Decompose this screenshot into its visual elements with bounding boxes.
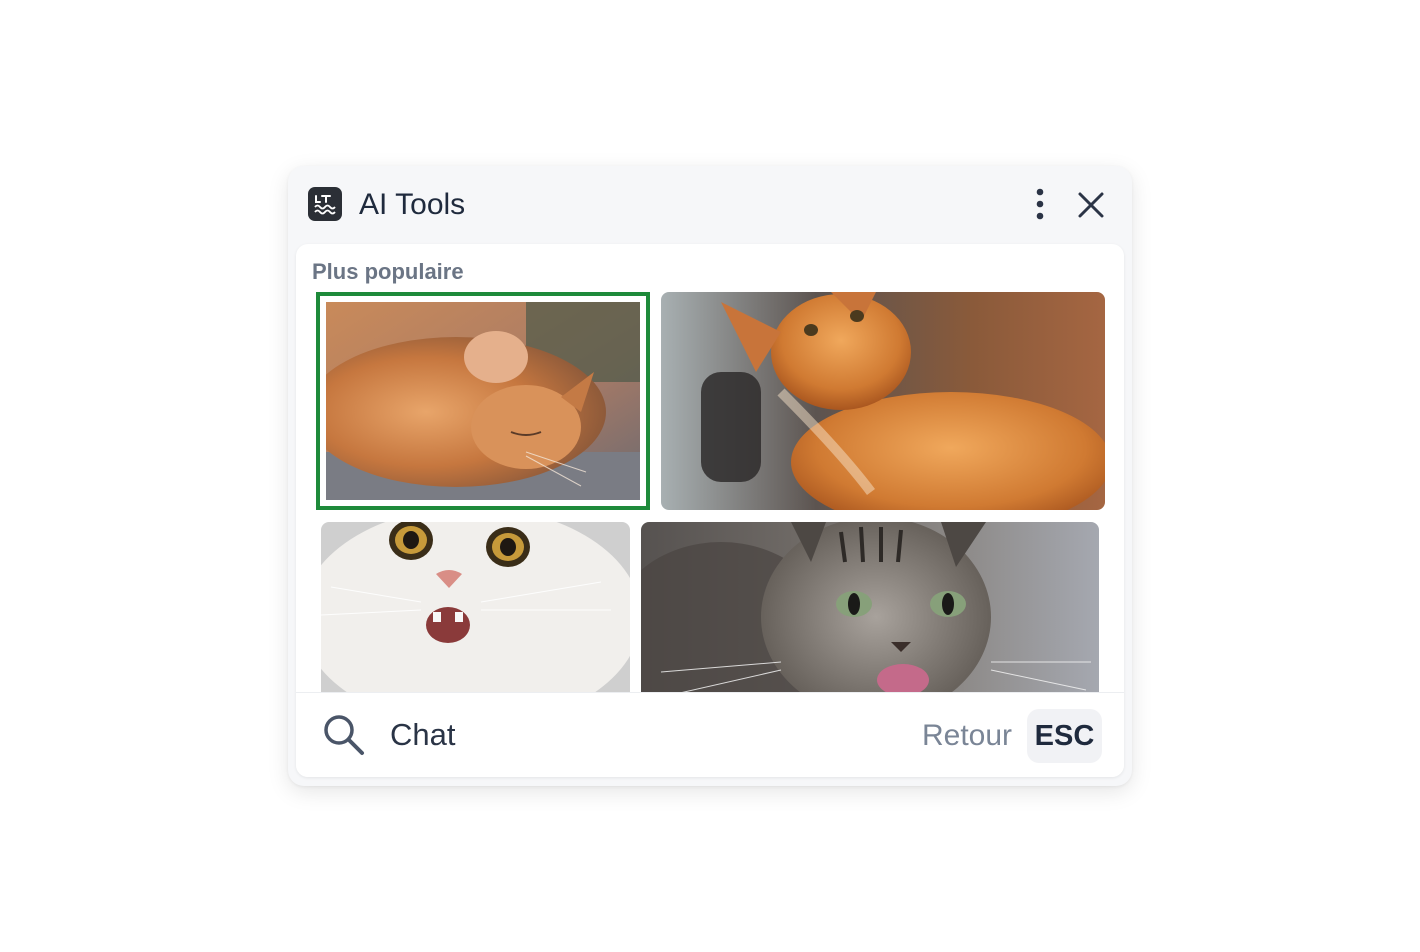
search-icon [322, 713, 366, 757]
close-button[interactable] [1074, 188, 1108, 222]
cat-rolling-image [326, 302, 640, 500]
section-label: Plus populaire [312, 259, 464, 284]
results-card: Plus populaire Chat Retour ESC [296, 244, 1124, 777]
back-label: Retour [922, 719, 1013, 752]
ai-tools-panel: AI Tools Plus populaire Chat Retour ESC [288, 166, 1132, 786]
app-title: AI Tools [359, 188, 466, 221]
gallery-image-3[interactable] [321, 522, 630, 692]
search-footer: Retour ESC [296, 692, 1124, 777]
more-options-button[interactable] [1025, 186, 1055, 224]
white-cat-image [321, 522, 630, 692]
vertical-dots-icon [1036, 188, 1044, 220]
gallery-image-1[interactable] [316, 292, 650, 510]
panel-header: AI Tools [288, 166, 1132, 244]
lt-wave-logo-icon [308, 187, 342, 221]
tabby-cat-image [641, 522, 1099, 692]
gallery-image-4[interactable] [641, 522, 1099, 692]
search-input[interactable] [390, 715, 870, 755]
close-icon [1078, 192, 1104, 218]
cat-looking-up-image [661, 292, 1105, 510]
esc-key-button[interactable]: ESC [1027, 709, 1102, 763]
image-gallery [296, 292, 1124, 692]
gallery-image-2[interactable] [661, 292, 1105, 510]
